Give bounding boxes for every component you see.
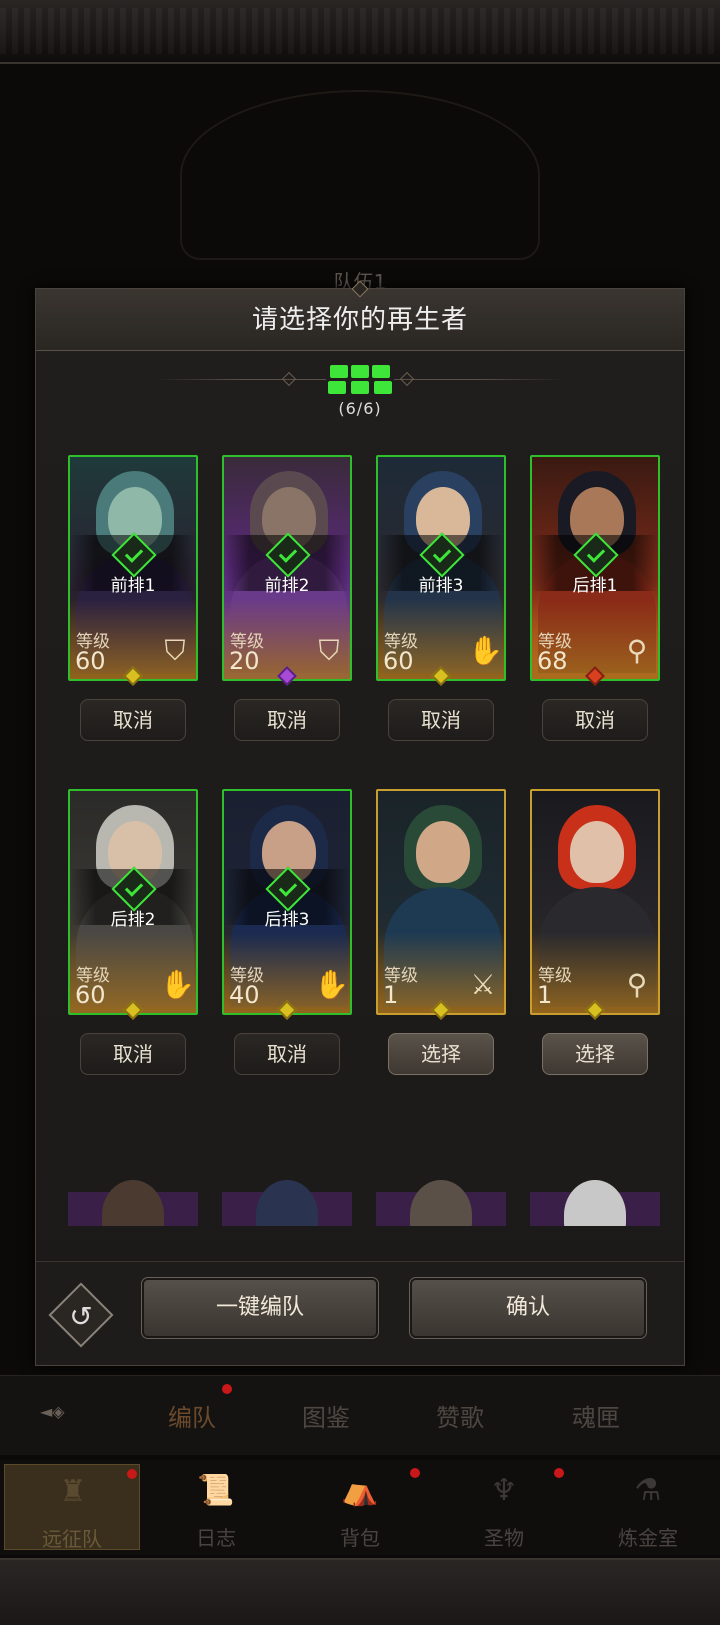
tab-soul-box[interactable]: 魂匣: [572, 1398, 620, 1433]
auto-formation-button[interactable]: 一键编队: [141, 1277, 379, 1339]
position-label: 前排3: [418, 576, 464, 596]
level-value: 68: [537, 647, 568, 675]
notification-dot: [222, 1384, 232, 1394]
nav-label: 炼金室: [618, 1526, 678, 1550]
bag-icon: ⛺: [341, 1473, 379, 1508]
dialog-header: 请选择你的再生者: [36, 280, 684, 351]
hero-card-peek[interactable]: [530, 1166, 660, 1226]
position-label: 后排2: [110, 910, 156, 930]
sword-icon: ⚔: [470, 968, 496, 1001]
hero-card-peek[interactable]: [222, 1166, 352, 1226]
notification-dot: [410, 1468, 420, 1478]
select-button[interactable]: 选择: [388, 1033, 494, 1075]
level-value: 60: [75, 981, 106, 1009]
cancel-button[interactable]: 取消: [80, 699, 186, 741]
hero-portrait: 前排1 等级 60 ⛉: [68, 455, 198, 681]
hero-portrait: 等级 1 ⚔: [376, 789, 506, 1015]
cancel-button[interactable]: 取消: [388, 699, 494, 741]
nav-label: 背包: [340, 1526, 380, 1550]
slot-count-text: (6/6): [338, 399, 382, 418]
team-slot-counter: (6/6): [36, 359, 684, 429]
nav-expedition[interactable]: ♜ 远征队: [4, 1464, 140, 1551]
staff-icon: ⚲: [626, 634, 648, 667]
dialog-footer: ↺ 一键编队 确认: [36, 1261, 684, 1365]
level-value: 60: [75, 647, 106, 675]
hero-portrait: 等级 1 ⚲: [530, 789, 660, 1015]
back-arrow-icon[interactable]: ◄◈: [40, 1402, 104, 1428]
hero-portrait: 后排1 等级 68 ⚲: [530, 455, 660, 681]
divider-right: [394, 379, 564, 380]
nav-relics[interactable]: ♆ 圣物: [436, 1464, 572, 1550]
hero-card-6[interactable]: 后排3 等级 40 ✋: [222, 789, 352, 1020]
tab-codex[interactable]: 图鉴: [302, 1398, 350, 1433]
position-label: 后排1: [572, 576, 618, 596]
hero-card-2[interactable]: 前排2 等级 20 ⛉: [222, 455, 352, 686]
hand-icon: ✋: [468, 634, 503, 667]
position-label: 后排3: [264, 910, 310, 930]
slot-grid-icon: [328, 363, 392, 397]
hero-card-1[interactable]: 前排1 等级 60 ⛉: [68, 455, 198, 686]
confirm-button[interactable]: 确认: [409, 1277, 647, 1339]
hero-card-5[interactable]: 后排2 等级 60 ✋: [68, 789, 198, 1020]
shield-icon: ⛉: [318, 634, 340, 667]
shield-icon: ⛉: [164, 634, 186, 667]
level-value: 40: [229, 981, 260, 1009]
notification-dot: [127, 1469, 137, 1479]
level-value: 1: [537, 981, 553, 1009]
cancel-button[interactable]: 取消: [542, 699, 648, 741]
level-value: 60: [383, 647, 414, 675]
hero-card-peek[interactable]: [376, 1166, 506, 1226]
notification-dot: [554, 1468, 564, 1478]
nav-alchemy[interactable]: ⚗ 炼金室: [580, 1464, 716, 1550]
divider-diamond-right: [399, 371, 415, 387]
staff-icon: ⚲: [626, 968, 648, 1001]
tab-hymn[interactable]: 赞歌: [436, 1398, 484, 1433]
hand-icon: ✋: [314, 968, 349, 1001]
position-label: 前排1: [110, 576, 156, 596]
background-emblem: [180, 90, 540, 260]
nav-label: 日志: [196, 1526, 236, 1550]
position-label: 前排2: [264, 576, 310, 596]
hero-card-8[interactable]: 等级 1 ⚲: [530, 789, 660, 1020]
level-value: 20: [229, 647, 260, 675]
top-frame-bar: [0, 0, 720, 64]
hero-card-4[interactable]: 后排1 等级 68 ⚲: [530, 455, 660, 686]
level-value: 1: [383, 981, 399, 1009]
divider-diamond-left: [281, 371, 297, 387]
hero-portrait: 前排2 等级 20 ⛉: [222, 455, 352, 681]
cancel-button[interactable]: 取消: [234, 699, 340, 741]
divider-left: [156, 379, 326, 380]
bottom-frame-bar: [0, 1558, 720, 1625]
alchemy-icon: ⚗: [634, 1473, 662, 1508]
sub-tab-bar: ◄◈ 编队 图鉴 赞歌 魂匣: [0, 1375, 720, 1455]
hand-icon: ✋: [160, 968, 195, 1001]
nav-label: 圣物: [484, 1526, 524, 1550]
nav-backpack[interactable]: ⛺ 背包: [292, 1464, 428, 1550]
scroll-icon: 📜: [197, 1473, 235, 1508]
hero-portrait: 后排2 等级 60 ✋: [68, 789, 198, 1015]
torch-icon: ♆: [490, 1473, 518, 1508]
select-button[interactable]: 选择: [542, 1033, 648, 1075]
nav-journal[interactable]: 📜 日志: [148, 1464, 284, 1550]
nav-label: 远征队: [42, 1527, 102, 1551]
undo-icon: ↺: [69, 1300, 93, 1333]
hero-portrait: 后排3 等级 40 ✋: [222, 789, 352, 1015]
hero-portrait: 前排3 等级 60 ✋: [376, 455, 506, 681]
hero-card-7[interactable]: 等级 1 ⚔: [376, 789, 506, 1020]
tab-formation[interactable]: 编队: [168, 1398, 216, 1433]
bottom-nav: ♜ 远征队 📜 日志 ⛺ 背包 ♆ 圣物 ⚗ 炼金室: [0, 1460, 720, 1555]
dialog-title: 请选择你的再生者: [251, 305, 468, 335]
helmet-icon: ♜: [59, 1474, 87, 1509]
hero-card-peek[interactable]: [68, 1166, 198, 1226]
hero-card-3[interactable]: 前排3 等级 60 ✋: [376, 455, 506, 686]
cancel-button[interactable]: 取消: [234, 1033, 340, 1075]
cancel-button[interactable]: 取消: [80, 1033, 186, 1075]
